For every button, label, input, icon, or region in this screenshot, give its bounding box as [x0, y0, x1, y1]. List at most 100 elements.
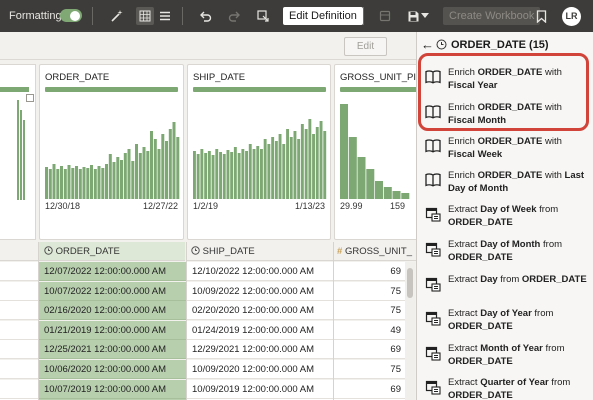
recommendation-item[interactable]: Extract Day of Month from ORDER_DATE	[417, 234, 593, 268]
calendar-extract-icon	[425, 310, 441, 326]
recommendation-fragment: from	[531, 308, 554, 319]
recommendation-item[interactable]: Extract Day from ORDER_DATE	[417, 269, 593, 303]
calendar-extract-icon	[425, 206, 441, 222]
edit-button[interactable]: Edit	[344, 37, 387, 56]
table-cell[interactable]: 69	[334, 262, 405, 281]
table-cell[interactable]	[0, 379, 39, 399]
column-card-order-date[interactable]: ORDER_DATE 12/30/18 12/27/22	[39, 64, 184, 240]
recommendation-item[interactable]: Extract Day of Year from ORDER_DATE	[417, 303, 593, 337]
top-toolbar: Formatting Edit Definition Create Workbo…	[0, 0, 593, 32]
table-cell[interactable]	[0, 262, 39, 281]
table-cell[interactable]	[0, 301, 39, 321]
column-card-ship-date[interactable]: SHIP_DATE 1/2/19 1/13/23	[187, 64, 331, 240]
table-cell[interactable]: 75	[334, 281, 405, 301]
table-cell[interactable]: 10/09/2019 12:00:00.000 AM	[187, 379, 334, 399]
table-cell[interactable]: 69	[334, 340, 405, 360]
table-cell[interactable]: 10/09/2020 12:00:00.000 AM	[187, 360, 334, 379]
app-root: Formatting Edit Definition Create Workbo…	[0, 0, 593, 400]
table-cell[interactable]	[0, 360, 39, 379]
histogram-bar	[168, 129, 172, 199]
recommendation-keyword: ORDER_DATE	[448, 356, 513, 367]
column-card-gross-unit-price[interactable]: GROSS_UNIT_PI 29.99 159	[334, 64, 420, 240]
histogram-bar	[207, 151, 211, 199]
table-cell[interactable]: 01/21/2019 12:00:00.000 AM	[39, 320, 186, 340]
scrollbar-thumb[interactable]	[407, 268, 413, 298]
create-workbook-button[interactable]: Create Workbook	[443, 7, 541, 25]
histogram-bar	[267, 144, 271, 199]
table-cell[interactable]: 69	[334, 379, 405, 399]
toggle-knob	[70, 10, 80, 21]
table-cell[interactable]: 12/10/2022 12:00:00.000 AM	[187, 262, 334, 281]
grid-view-icon[interactable]	[136, 7, 154, 25]
recommendation-item[interactable]: Enrich ORDER_DATE with Last Day of Month	[417, 165, 593, 199]
histogram-bar	[101, 168, 105, 199]
histogram-bar	[153, 139, 157, 199]
column-header-gross-unit-price[interactable]: # GROSS_UNIT_	[334, 242, 416, 261]
recommendation-item[interactable]: Extract Month of Year from ORDER_DATE	[417, 338, 593, 372]
table-cell[interactable]: 75	[334, 360, 405, 379]
data-diagram-icon[interactable]	[254, 7, 272, 25]
calendar-extract-icon	[425, 345, 441, 361]
chevron-down-icon[interactable]	[419, 7, 431, 25]
histogram-bar	[245, 151, 248, 199]
column-histogram	[45, 122, 180, 199]
recommendation-fragment: Enrich	[448, 170, 478, 181]
table-cell[interactable]: 12/25/2021 12:00:00.000 AM	[39, 340, 186, 360]
formatting-toggle[interactable]	[60, 9, 82, 22]
recommendation-item[interactable]: Enrich ORDER_DATE with Fiscal Week	[417, 131, 593, 165]
table-cell[interactable]: 01/24/2019 12:00:00.000 AM	[187, 320, 334, 340]
list-view-icon[interactable]	[156, 7, 174, 25]
undo-icon[interactable]	[196, 7, 214, 25]
histogram-bar	[366, 169, 375, 199]
histogram-bar	[293, 131, 297, 199]
table-cell[interactable]: 49	[334, 320, 405, 340]
magic-wand-icon[interactable]	[108, 7, 126, 25]
histogram-bar	[271, 137, 275, 199]
recommendation-fragment: Extract	[448, 274, 481, 285]
table-cell[interactable]: 10/06/2020 12:00:00.000 AM	[39, 360, 186, 379]
recommendation-fragment: Enrich	[448, 136, 478, 147]
column-histogram	[340, 104, 410, 199]
checkbox[interactable]	[26, 94, 34, 102]
histogram-bar	[86, 168, 90, 199]
database-icon[interactable]	[376, 7, 394, 25]
histogram-bar	[138, 153, 142, 199]
recommendation-item[interactable]: Extract Quarter of Year from ORDER_DATE	[417, 372, 593, 400]
column-bar	[0, 87, 29, 92]
formatting-label: Formatting	[9, 10, 62, 22]
table-cell[interactable]: 12/29/2021 12:00:00.000 AM	[187, 340, 334, 360]
recommendation-fragment: from	[497, 274, 522, 285]
vertical-scrollbar[interactable]	[405, 262, 415, 400]
table-cell[interactable]: 10/07/2019 12:00:00.000 AM	[39, 379, 186, 399]
histogram-bar	[289, 137, 293, 199]
column-card-previous[interactable]	[0, 64, 36, 240]
recommendation-item[interactable]: Extract Day of Week from ORDER_DATE	[417, 199, 593, 233]
column-header-order-date[interactable]: ORDER_DATE	[39, 242, 185, 261]
histogram-bar	[308, 119, 312, 199]
edit-definition-button[interactable]: Edit Definition	[283, 7, 363, 25]
recommendation-text: Extract Day of Year from ORDER_DATE	[448, 307, 590, 333]
table-cell[interactable]: 10/07/2022 12:00:00.000 AM	[39, 281, 186, 301]
table-cell[interactable]: 02/20/2020 12:00:00.000 AM	[187, 301, 334, 321]
avatar[interactable]: LR	[562, 7, 581, 26]
bookmark-icon[interactable]	[532, 7, 550, 25]
column-header-ship-date[interactable]: SHIP_DATE	[186, 242, 333, 261]
table-cell[interactable]	[0, 320, 39, 340]
table-cell[interactable]	[0, 340, 39, 360]
column-header-previous[interactable]	[0, 242, 39, 261]
histogram-min-label: 1/2/19	[193, 201, 219, 211]
table-cell[interactable]: 02/16/2020 12:00:00.000 AM	[39, 301, 186, 321]
column-divider	[38, 242, 39, 400]
table-cell[interactable]: 75	[334, 301, 405, 321]
histogram-bar	[233, 147, 237, 199]
table-cell[interactable]: 10/09/2022 12:00:00.000 AM	[187, 281, 334, 301]
recommendation-fragment: with	[542, 136, 562, 147]
recommendation-keyword: ORDER_DATE	[448, 252, 513, 263]
histogram-bar	[48, 169, 52, 199]
histogram-bar	[56, 169, 60, 199]
table-cell[interactable]	[0, 281, 39, 301]
table-cell[interactable]: 12/07/2022 12:00:00.000 AM	[39, 262, 186, 281]
recommendation-fragment: Extract	[448, 308, 481, 319]
histogram-bar	[97, 166, 101, 199]
redo-icon[interactable]	[225, 7, 243, 25]
